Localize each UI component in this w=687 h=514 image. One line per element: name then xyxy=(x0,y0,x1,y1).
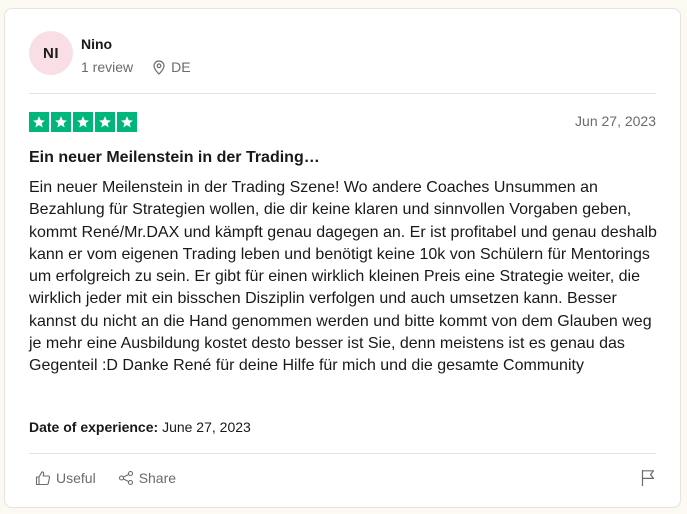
useful-label: Useful xyxy=(56,470,96,486)
star-rating xyxy=(29,112,137,132)
star-icon xyxy=(51,112,71,132)
review-title[interactable]: Ein neuer Meilenstein in der Trading… xyxy=(29,149,320,167)
thumbs-up-icon xyxy=(35,471,51,486)
divider xyxy=(29,93,656,94)
review-actions: Useful Share xyxy=(35,470,176,486)
review-date: Jun 27, 2023 xyxy=(575,113,656,129)
date-of-experience: Date of experience: June 27, 2023 xyxy=(29,419,251,435)
share-button[interactable]: Share xyxy=(118,470,176,486)
date-of-experience-value: June 27, 2023 xyxy=(162,419,251,435)
location-pin-icon xyxy=(153,59,165,75)
flag-button[interactable] xyxy=(640,469,656,492)
star-icon xyxy=(73,112,93,132)
review-card: NI Nino 1 review DE Jun 27, 2023 Ein neu… xyxy=(4,8,681,508)
country-code: DE xyxy=(171,59,191,75)
divider xyxy=(29,453,656,454)
review-count: 1 review xyxy=(81,59,134,75)
star-icon xyxy=(95,112,115,132)
flag-icon xyxy=(641,470,655,486)
avatar[interactable]: NI xyxy=(29,31,73,75)
useful-button[interactable]: Useful xyxy=(35,470,96,486)
star-icon xyxy=(29,112,49,132)
reviewer-header: NI Nino 1 review DE xyxy=(29,31,659,81)
review-body: Ein neuer Meilenstein in der Trading Sze… xyxy=(29,179,657,375)
reviewer-meta: 1 review DE xyxy=(81,59,191,75)
share-label: Share xyxy=(138,470,177,486)
reviewer-location: DE xyxy=(153,59,191,75)
date-of-experience-label: Date of experience: xyxy=(29,419,159,435)
share-icon xyxy=(118,470,133,486)
star-icon xyxy=(117,112,137,132)
reviewer-name[interactable]: Nino xyxy=(81,36,112,52)
